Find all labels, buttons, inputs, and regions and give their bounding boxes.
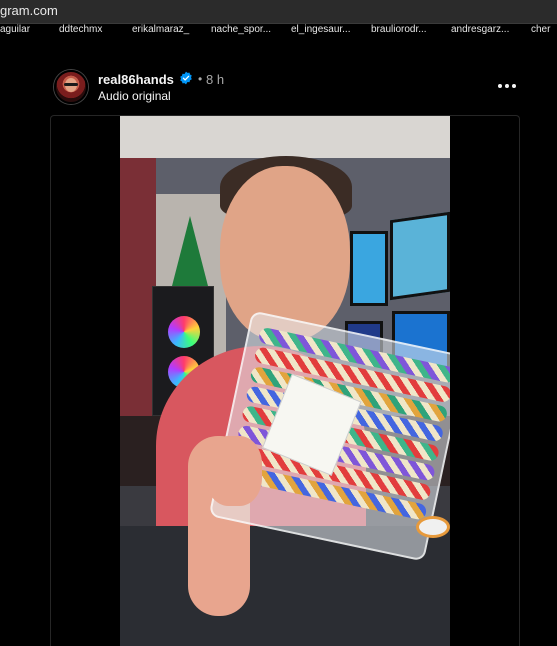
url-text: gram.com [0, 3, 58, 18]
more-horizontal-icon [505, 84, 509, 88]
more-options-button[interactable] [498, 78, 518, 94]
more-horizontal-icon [498, 84, 502, 88]
stories-tray: aguilar ddtechmx erikalmaraz_ nache_spor… [0, 24, 557, 38]
story-item[interactable]: nache_spor... [211, 24, 289, 36]
more-horizontal-icon [512, 84, 516, 88]
post-video[interactable] [120, 116, 450, 646]
post-media-frame [50, 115, 520, 646]
scene-christmas-tree [172, 216, 208, 286]
story-item[interactable]: brauliorodr... [371, 24, 449, 36]
scene-person-head [220, 166, 350, 341]
avatar[interactable] [54, 70, 88, 104]
story-item[interactable]: ddtechmx [59, 24, 137, 36]
separator-dot: • [198, 72, 203, 86]
scene-monitor [350, 231, 388, 306]
scene-wall-accent [120, 158, 156, 458]
scene-person-hand [206, 436, 262, 506]
story-item[interactable]: el_ingesaur... [291, 24, 369, 36]
audio-link[interactable]: Audio original [98, 89, 171, 103]
story-item[interactable]: cher [531, 24, 557, 36]
scene-cup [416, 516, 450, 538]
scene-ceiling [120, 116, 450, 158]
post-username[interactable]: real86hands [98, 72, 174, 87]
post-time[interactable]: 8 h [206, 72, 224, 87]
verified-badge-icon [180, 71, 192, 85]
scene-rgb-fan [168, 316, 200, 348]
story-item[interactable]: erikalmaraz_ [132, 24, 210, 36]
post-header: real86hands • 8 h Audio original [52, 68, 522, 108]
scene-monitor [390, 211, 450, 301]
avatar-glasses [64, 83, 78, 86]
browser-address-bar[interactable]: gram.com [0, 0, 557, 24]
story-item[interactable]: andresgarz... [451, 24, 529, 36]
